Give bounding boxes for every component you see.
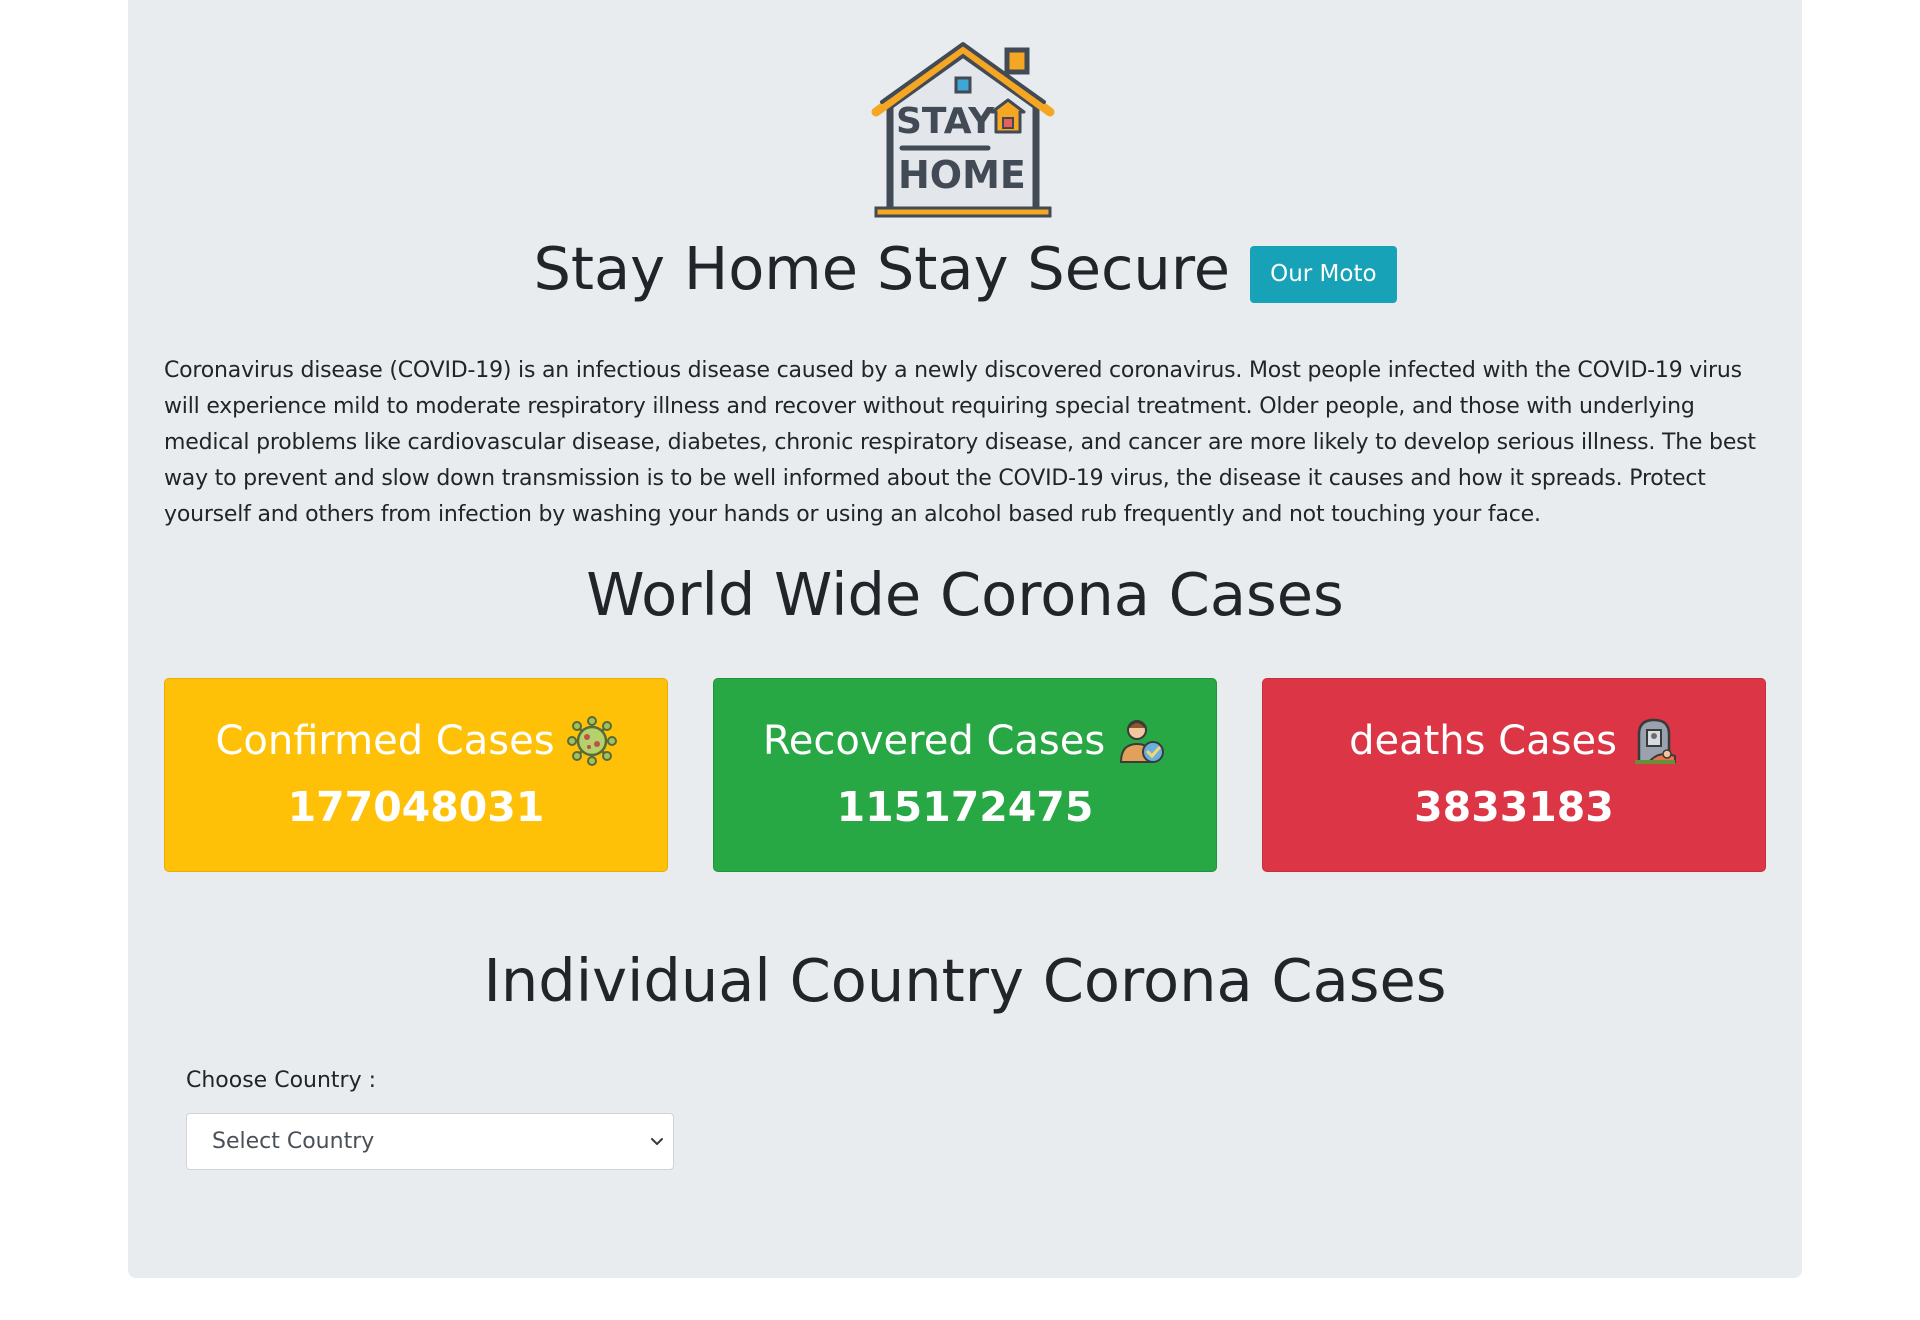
world-cases-cards: Confirmed Cases 177048031 Recovered Case… [164,678,1766,872]
tombstone-icon [1634,718,1676,764]
country-select-value: Select Country [212,1129,375,1154]
title-row: Stay Home Stay Secure Our Moto [128,228,1802,308]
svg-text:STAY: STAY [896,101,995,142]
recovered-cases-value: 115172475 [836,783,1094,831]
deaths-cases-value: 3833183 [1414,783,1614,831]
svg-text:HOME: HOME [898,153,1026,197]
stay-home-logo: STAY HOME [870,40,1056,226]
deaths-cases-title: deaths Cases [1263,713,1765,769]
confirmed-cases-label: Confirmed Cases [215,718,555,764]
virus-icon [566,716,617,766]
deaths-cases-label: deaths Cases [1349,718,1617,764]
confirmed-cases-title: Confirmed Cases [165,713,667,769]
page-title: Stay Home Stay Secure [533,233,1231,303]
recovered-person-icon [1120,720,1165,763]
country-select[interactable]: Select Country [186,1113,674,1170]
jumbotron-container: STAY HOME Stay Home Stay Secure Our Moto… [128,0,1802,1278]
world-cases-heading: World Wide Corona Cases [586,560,1344,629]
choose-country-label: Choose Country : [186,1068,377,1093]
our-moto-button[interactable]: Our Moto [1250,245,1397,303]
chevron-down-icon [651,1138,663,1145]
recovered-cases-title: Recovered Cases [714,713,1216,769]
confirmed-cases-card: Confirmed Cases 177048031 [164,678,668,872]
deaths-cases-card: deaths Cases 3833183 [1262,678,1766,872]
country-cases-heading: Individual Country Corona Cases [483,946,1447,1015]
recovered-cases-card: Recovered Cases 115172475 [713,678,1217,872]
recovered-cases-label: Recovered Cases [762,718,1106,764]
confirmed-cases-value: 177048031 [287,783,545,831]
intro-paragraph: Coronavirus disease (COVID-19) is an inf… [164,358,1756,527]
